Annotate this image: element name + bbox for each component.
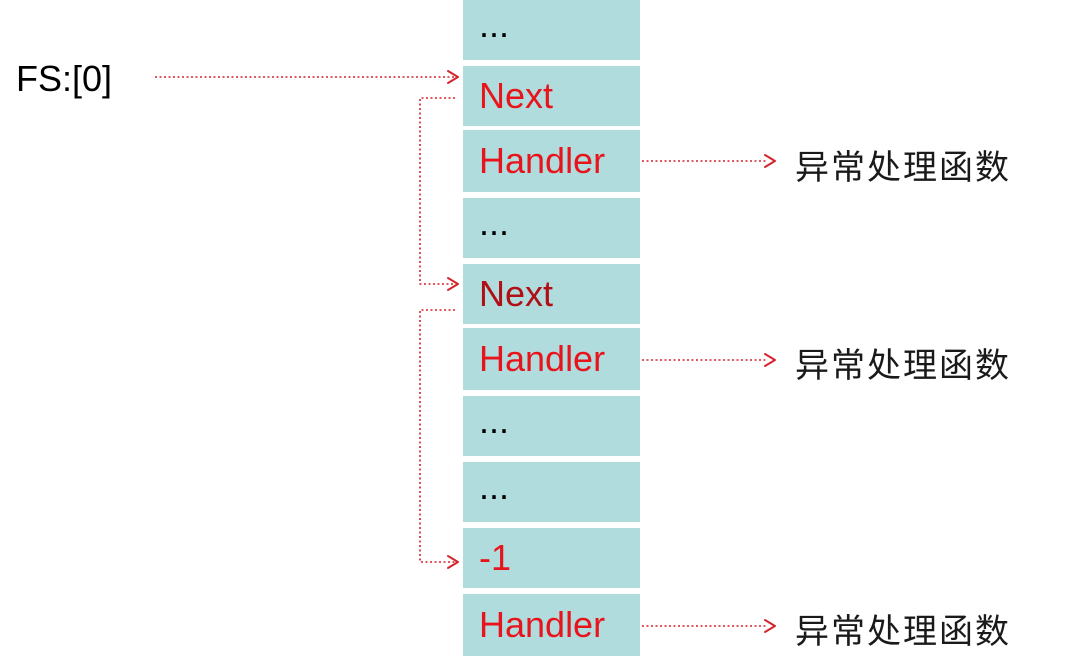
handler-pointer-1-arrowhead-icon [764,154,776,168]
pointer-arrows [155,70,776,633]
next-link-2-line [419,309,455,563]
next-link-1-line [419,97,455,285]
handler-pointer-3-arrowhead-icon [764,619,776,633]
handler-pointer-2-arrowhead-icon [764,353,776,367]
seh-chain-diagram: FS:[0] ... Next Handler ... Next Handler… [0,0,1068,660]
